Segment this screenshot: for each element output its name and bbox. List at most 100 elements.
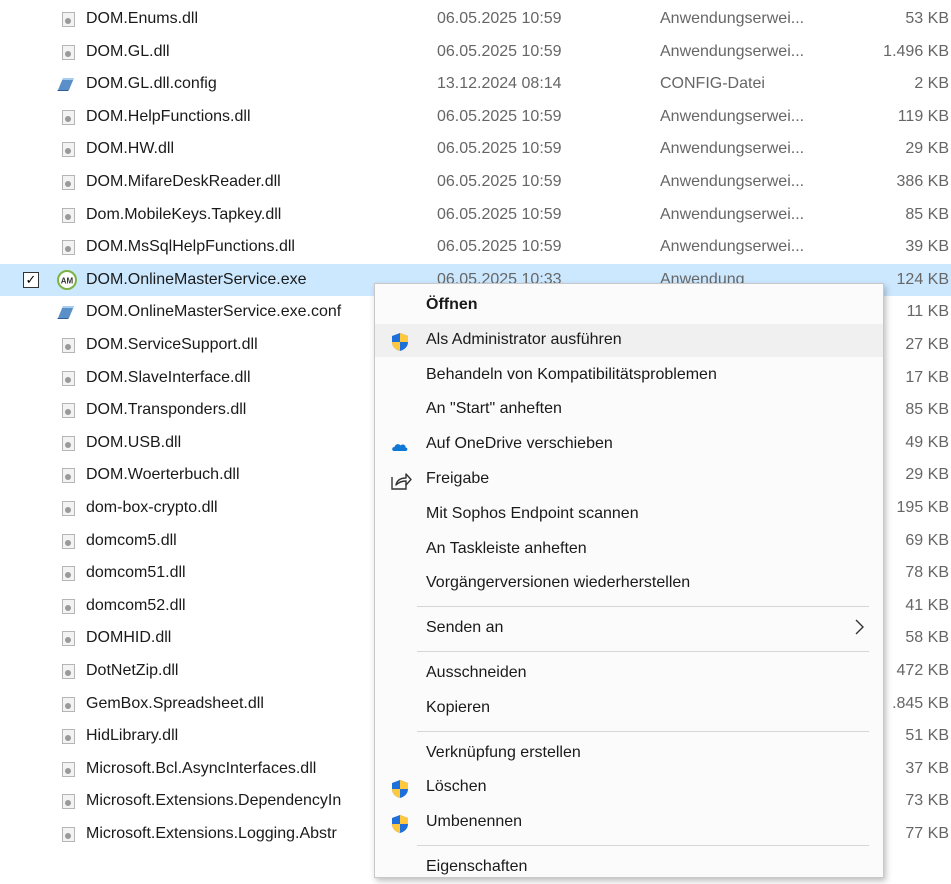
exe-app-icon: AM (57, 269, 77, 290)
dll-file-icon (62, 468, 75, 484)
file-size: 195 KB (896, 499, 949, 516)
file-row[interactable]: DOM.HW.dll 06.05.2025 10:59 Anwendungserwe… (0, 133, 951, 165)
file-size: 39 KB (905, 238, 949, 256)
file-type: Anwendungserwei... (660, 42, 805, 60)
svg-text:AM: AM (61, 276, 74, 285)
menu-item-label: An "Start" anheften (426, 400, 562, 418)
menu-item-label: Öffnen (426, 296, 478, 313)
file-name: Microsoft.Bcl.AsyncInterfaces.dll (86, 759, 317, 777)
file-name: DOM.SlaveInterface.dll (86, 368, 251, 386)
file-row[interactable]: Dom.MobileKeys.Tapkey.dll 06.05.2025 10:5… (0, 199, 951, 231)
file-size: 1.496 KB (883, 42, 949, 60)
file-name: domcom5.dll (86, 531, 177, 549)
dll-file-icon (62, 729, 75, 745)
dll-file-icon (62, 370, 75, 386)
menu-item-label: Mit Sophos Endpoint scannen (426, 504, 639, 522)
file-name: DOM.Woerterbuch.dll (86, 466, 240, 484)
file-size: 58 KB (905, 629, 949, 647)
file-name: Dom.MobileKeys.Tapkey.dll (86, 205, 282, 223)
dll-file-icon (62, 435, 75, 451)
file-size: 37 KB (905, 759, 949, 777)
menu-item-label: Behandeln von Kompatibilitätsproblemen (426, 365, 717, 383)
menu-item-an-taskleiste-anheften[interactable]: An Taskleiste anheften (375, 533, 883, 566)
menu-item-löschen[interactable]: Löschen (375, 771, 883, 804)
file-date: 13.12.2024 08:14 (437, 75, 562, 93)
file-size: 51 KB (905, 727, 949, 745)
menu-item-an-start-anheften[interactable]: An "Start" anheften (375, 393, 883, 426)
dll-file-icon (62, 794, 75, 810)
dll-file-icon (62, 696, 75, 712)
file-size: 77 KB (905, 825, 949, 842)
menu-item-mit-sophos-endpoint-scannen[interactable]: Mit Sophos Endpoint scannen (375, 498, 883, 531)
file-size: 124 KB (896, 270, 949, 288)
file-name: DOM.HW.dll (86, 140, 174, 158)
dll-file-icon (62, 827, 75, 842)
file-name: DOM.OnlineMasterService.exe (86, 270, 307, 288)
dll-file-icon (62, 175, 75, 190)
menu-item-eigenschaften[interactable]: Eigenschaften (375, 851, 883, 884)
context-menu: Öffnen Als Administrator ausführen Behande… (374, 283, 884, 878)
dll-file-icon (62, 533, 75, 549)
file-name: domcom52.dll (86, 596, 186, 614)
menu-item-öffnen[interactable]: Öffnen (375, 289, 883, 322)
file-name: DOM.GL.dll (86, 42, 170, 60)
file-name: DotNetZip.dll (86, 662, 179, 679)
file-size: 78 KB (905, 564, 949, 582)
menu-item-umbenennen[interactable]: Umbenennen (375, 806, 883, 839)
menu-item-label: Verknüpfung erstellen (426, 743, 581, 761)
menu-item-vorgängerversionen-wiederherstellen[interactable]: Vorgängerversionen wiederherstellen (375, 567, 883, 600)
file-row[interactable]: DOM.GL.dll 06.05.2025 10:59 Anwendungserwe… (0, 36, 951, 68)
file-name: dom-box-crypto.dll (86, 499, 218, 516)
file-date: 06.05.2025 10:59 (437, 205, 562, 223)
file-type: Anwendungserwei... (660, 107, 805, 125)
file-name: DOM.OnlineMasterService.exe.conf (86, 303, 342, 321)
file-row[interactable]: DOM.MsSqlHelpFunctions.dll 06.05.2025 10:… (0, 231, 951, 263)
menu-item-kopieren[interactable]: Kopieren (375, 692, 883, 725)
file-size: 85 KB (905, 401, 949, 419)
config-file-icon (56, 76, 76, 92)
file-size: 386 KB (896, 173, 949, 190)
menu-item-label: Vorgängerversionen wiederherstellen (426, 574, 691, 592)
menu-item-senden-an[interactable]: Senden an (375, 612, 883, 645)
menu-item-auf-onedrive-verschieben[interactable]: Auf OneDrive verschieben (375, 428, 883, 461)
file-name: Microsoft.Extensions.DependencyIn (86, 792, 342, 810)
dll-file-icon (62, 664, 75, 679)
file-size: 472 KB (896, 662, 949, 679)
file-row[interactable]: DOM.Enums.dll 06.05.2025 10:59 Anwendungse… (0, 3, 951, 35)
file-name: DOM.HelpFunctions.dll (86, 107, 251, 125)
dll-file-icon (62, 142, 75, 158)
menu-item-als-administrator-ausführen[interactable]: Als Administrator ausführen (375, 323, 883, 357)
file-name: Microsoft.Extensions.Logging.Abstr (86, 825, 337, 842)
dll-file-icon (62, 207, 75, 223)
menu-item-ausschneiden[interactable]: Ausschneiden (375, 657, 883, 690)
file-name: DOM.USB.dll (86, 433, 182, 451)
file-size: 69 KB (905, 531, 949, 549)
file-size: 41 KB (905, 596, 949, 614)
file-name: HidLibrary.dll (86, 727, 179, 745)
menu-item-label: Senden an (426, 619, 504, 637)
file-date: 06.05.2025 10:59 (437, 173, 562, 190)
file-name: domcom51.dll (86, 564, 186, 582)
menu-item-verknüpfung-erstellen[interactable]: Verknüpfung erstellen (375, 737, 883, 770)
dll-file-icon (62, 566, 75, 582)
dll-file-icon (62, 403, 75, 419)
menu-item-behandeln-von-kompatibilitätsproblemen[interactable]: Behandeln von Kompatibilitätsproblemen (375, 359, 883, 392)
dll-file-icon (62, 761, 75, 777)
file-size: 53 KB (905, 10, 949, 27)
row-checkbox[interactable]: ✓ (23, 271, 39, 288)
file-row[interactable]: DOM.HelpFunctions.dll 06.05.2025 10:59 Anw… (0, 101, 951, 133)
menu-item-freigabe[interactable]: Freigabe (375, 463, 883, 496)
menu-separator (417, 606, 869, 608)
uac-shield-icon (390, 332, 410, 352)
file-row[interactable]: DOM.MifareDeskReader.dll 06.05.2025 10:59… (0, 166, 951, 198)
menu-item-label: Kopieren (426, 698, 491, 716)
menu-item-label: Ausschneiden (426, 664, 527, 681)
menu-item-label: Eigenschaften (426, 858, 528, 875)
menu-separator (417, 651, 869, 652)
file-name: DOM.MifareDeskReader.dll (86, 173, 281, 190)
file-name: GemBox.Spreadsheet.dll (86, 694, 264, 712)
file-row[interactable]: DOM.GL.dll.config 13.12.2024 08:14 CONFIG-… (0, 68, 951, 100)
dll-file-icon (62, 598, 75, 614)
menu-item-label: Als Administrator ausführen (426, 330, 622, 348)
onedrive-cloud-icon (390, 436, 410, 456)
